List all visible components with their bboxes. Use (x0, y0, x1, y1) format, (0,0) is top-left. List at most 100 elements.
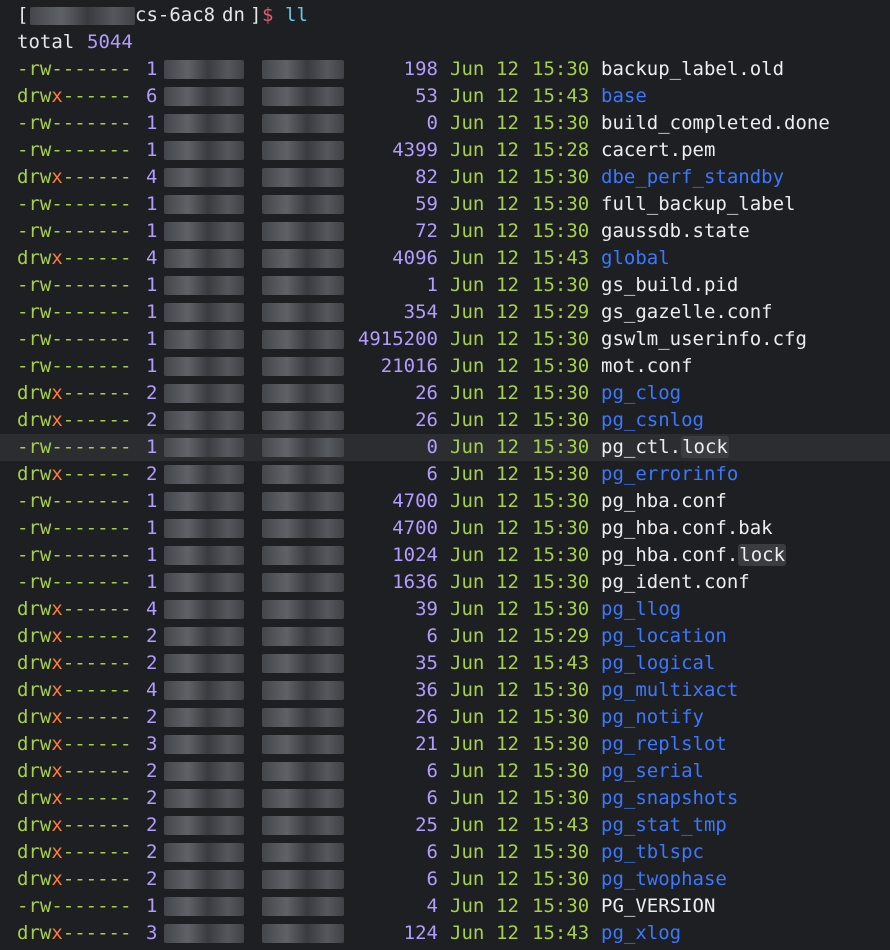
link-count: 1 (146, 220, 158, 242)
permissions: drwx------ (17, 731, 131, 758)
file-row[interactable]: drwx------ 2 35 Jun 12 15:43 pg_logical (0, 650, 890, 677)
file-row[interactable]: drwx------ 4 4096 Jun 12 15:43 global (0, 245, 890, 272)
file-row[interactable]: -rw------- 1 1636 Jun 12 15:30 pg_ident.conf (0, 569, 890, 596)
file-row[interactable]: -rw------- 1 72 Jun 12 15:30 gaussdb.state (0, 218, 890, 245)
directory-name: pg_snapshots (601, 785, 738, 812)
total-value: 5044 (87, 31, 133, 53)
name-text: pg_location (601, 625, 727, 647)
file-name: full_backup_label (601, 191, 795, 218)
link-count: 4 (146, 166, 158, 188)
file-row[interactable]: drwx------ 3 124 Jun 12 15:43 pg_xlog (0, 920, 890, 947)
perm-type: drw (17, 382, 52, 404)
file-row[interactable]: -rw------- 1 1 Jun 12 15:30 gs_build.pid (0, 272, 890, 299)
perm-type: drw (17, 787, 52, 809)
file-row[interactable]: drwx------ 2 6 Jun 12 15:30 pg_serial (0, 758, 890, 785)
name-text: pg_snapshots (601, 787, 739, 809)
permissions: drwx------ (17, 785, 131, 812)
file-row[interactable]: -rw------- 1 0 Jun 12 15:30 pg_ctl.lock (0, 434, 890, 461)
file-row[interactable]: drwx------ 3 21 Jun 12 15:30 pg_replslot (0, 731, 890, 758)
directory-name: pg_tblspc (601, 839, 704, 866)
mod-month: Jun (450, 301, 485, 323)
mod-month: Jun (450, 814, 485, 836)
file-row[interactable]: drwx------ 2 25 Jun 12 15:43 pg_stat_tmp (0, 812, 890, 839)
file-row[interactable]: -rw------- 1 4 Jun 12 15:30 PG_VERSION (0, 893, 890, 920)
file-row[interactable]: -rw------- 1 354 Jun 12 15:29 gs_gazelle.conf (0, 299, 890, 326)
mod-day: 12 (496, 355, 519, 377)
file-row[interactable]: drwx------ 2 6 Jun 12 15:30 pg_twophase (0, 866, 890, 893)
perm-type: drw (17, 868, 52, 890)
file-row[interactable]: drwx------ 2 6 Jun 12 15:30 pg_snapshots (0, 785, 890, 812)
file-row[interactable]: drwx------ 2 6 Jun 12 15:29 pg_location (0, 623, 890, 650)
terminal-window[interactable]: [ cs-6ac8 dn ] $ ll total 5044 -rw------… (0, 0, 890, 950)
redacted-group (262, 546, 344, 565)
file-row[interactable]: drwx------ 2 26 Jun 12 15:30 pg_csnlog (0, 407, 890, 434)
prompt-line: [ cs-6ac8 dn ] $ ll (0, 2, 890, 29)
file-size: 26 (415, 706, 438, 728)
link-count: 1 (146, 274, 158, 296)
name-text: cacert.pem (601, 139, 716, 161)
redacted-group (262, 222, 344, 241)
permissions: drwx------ (17, 650, 131, 677)
permissions: -rw------- (17, 299, 131, 326)
file-row[interactable]: -rw------- 1 59 Jun 12 15:30 full_backup_label (0, 191, 890, 218)
mod-day: 12 (496, 868, 519, 890)
perm-rest: ------ (62, 868, 132, 890)
mod-day: 12 (496, 760, 519, 782)
file-size: 4700 (392, 490, 438, 512)
file-row[interactable]: drwx------ 2 6 Jun 12 15:30 pg_tblspc (0, 839, 890, 866)
file-row[interactable]: drwx------ 2 26 Jun 12 15:30 pg_notify (0, 704, 890, 731)
mod-day: 12 (496, 922, 519, 944)
file-row[interactable]: -rw------- 1 4700 Jun 12 15:30 pg_hba.conf.bak (0, 515, 890, 542)
perm-type: drw (17, 463, 52, 485)
file-row[interactable]: drwx------ 2 26 Jun 12 15:30 pg_clog (0, 380, 890, 407)
file-row[interactable]: -rw------- 1 1024 Jun 12 15:30 pg_hba.conf.loc… (0, 542, 890, 569)
file-row[interactable]: drwx------ 2 6 Jun 12 15:30 pg_errorinfo (0, 461, 890, 488)
name-text: base (601, 85, 647, 107)
directory-name: pg_logical (601, 650, 715, 677)
file-row[interactable]: drwx------ 4 39 Jun 12 15:30 pg_llog (0, 596, 890, 623)
redacted-owner (164, 816, 244, 835)
name-text: pg_multixact (601, 679, 739, 701)
mod-day: 12 (496, 598, 519, 620)
perm-type: drw (17, 733, 52, 755)
link-count: 6 (146, 85, 158, 107)
file-row[interactable]: drwx------ 4 82 Jun 12 15:30 dbe_perf_standby (0, 164, 890, 191)
perm-type: drw (17, 760, 52, 782)
redacted-owner (164, 330, 244, 349)
mod-day: 12 (496, 193, 519, 215)
mod-month: Jun (450, 787, 485, 809)
perm-rest: ------ (62, 625, 132, 647)
link-count: 2 (146, 841, 158, 863)
perm-exec: x (51, 85, 63, 107)
permissions: -rw------- (17, 488, 131, 515)
file-row[interactable]: -rw------- 1 4700 Jun 12 15:30 pg_hba.conf (0, 488, 890, 515)
mod-month: Jun (450, 706, 485, 728)
directory-name: pg_location (601, 623, 727, 650)
name-text: gswlm_userinfo.cfg (601, 328, 807, 350)
redacted-owner (164, 762, 244, 781)
file-row[interactable]: drwx------ 4 36 Jun 12 15:30 pg_multixact (0, 677, 890, 704)
total-line: total 5044 (0, 29, 890, 56)
file-row[interactable]: -rw------- 1 0 Jun 12 15:30 build_completed.do… (0, 110, 890, 137)
file-row[interactable]: -rw------- 1 198 Jun 12 15:30 backup_label.old (0, 56, 890, 83)
file-size: 6 (426, 463, 438, 485)
file-size: 21 (415, 733, 438, 755)
redacted-owner (164, 870, 244, 889)
perm-rest: ------ (62, 85, 132, 107)
file-row[interactable]: -rw------- 1 4399 Jun 12 15:28 cacert.pem (0, 137, 890, 164)
mod-day: 12 (496, 895, 519, 917)
file-row[interactable]: drwx------ 6 53 Jun 12 15:43 base (0, 83, 890, 110)
perm-type: drw (17, 679, 52, 701)
redacted-owner (164, 897, 244, 916)
link-count: 4 (146, 598, 158, 620)
file-row[interactable]: -rw------- 1 4915200 Jun 12 15:30 gswlm_userin… (0, 326, 890, 353)
file-row[interactable]: -rw------- 1 21016 Jun 12 15:30 mot.conf (0, 353, 890, 380)
redacted-group (262, 141, 344, 160)
mod-month: Jun (450, 139, 485, 161)
mod-time: 15:30 (532, 409, 590, 431)
name-text: PG_VERSION (601, 895, 716, 917)
link-count: 2 (146, 625, 158, 647)
perm-type: drw (17, 598, 52, 620)
mod-day: 12 (496, 679, 519, 701)
redacted-owner (164, 384, 244, 403)
